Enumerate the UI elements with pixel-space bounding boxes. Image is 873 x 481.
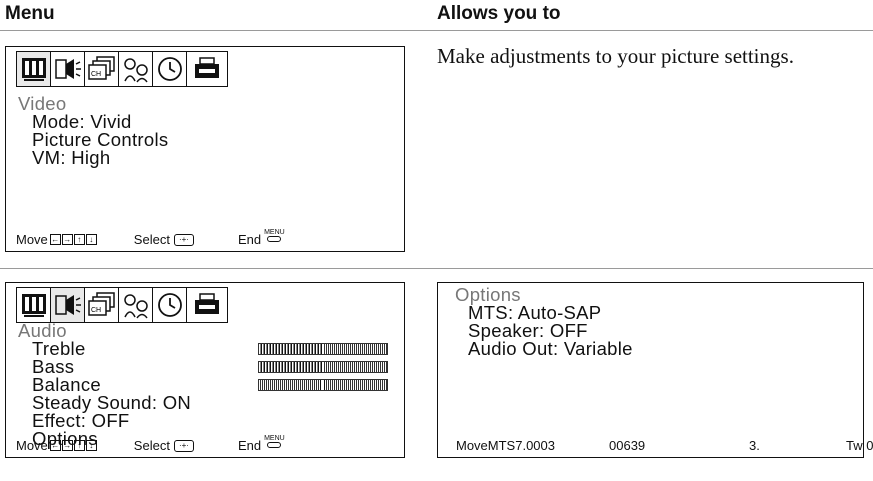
- options-footer-text-3: 3.: [749, 438, 760, 453]
- select-label: Select: [133, 232, 170, 247]
- column-header-menu: Menu: [5, 3, 55, 24]
- menu-button-icon: MENU: [264, 229, 285, 242]
- column-header-allows: Allows you to: [437, 3, 561, 24]
- bass-slider[interactable]: [258, 361, 388, 373]
- audio-icon[interactable]: [51, 52, 85, 86]
- setup-icon[interactable]: [187, 52, 227, 86]
- options-footer-text-2: 00639: [609, 438, 646, 453]
- audio-icon[interactable]: [51, 288, 85, 322]
- menu-button-icon: MENU: [264, 435, 285, 448]
- timer-icon[interactable]: [153, 52, 187, 86]
- move-label: Move: [16, 438, 48, 453]
- options-footer-text-1: MoveMTS7.0003: [456, 438, 555, 453]
- vm-item[interactable]: VM: High: [32, 148, 110, 167]
- select-hint: Select ·+·: [134, 438, 194, 453]
- select-hint: Select ·+·: [134, 232, 194, 247]
- audio-menu-screen: CH Audio Treble Bass Balance Steady Soun…: [5, 282, 405, 458]
- svg-text:CH: CH: [91, 71, 101, 78]
- select-button-icon: ·+·: [173, 439, 194, 452]
- audio-out-item[interactable]: Audio Out: Variable: [468, 339, 633, 358]
- video-icon[interactable]: [17, 52, 51, 86]
- end-hint: End MENU: [237, 229, 285, 247]
- channel-icon[interactable]: CH: [85, 52, 119, 86]
- setup-icon[interactable]: [187, 288, 227, 322]
- channel-icon[interactable]: CH: [85, 288, 119, 322]
- balance-slider[interactable]: [258, 379, 388, 391]
- move-label: Move: [16, 232, 48, 247]
- arrow-keys-icon: ← → ↑ ↓: [49, 234, 98, 245]
- video-description: Make adjustments to your picture setting…: [437, 44, 794, 68]
- arrow-keys-icon: ← → ↑ ↓: [49, 440, 98, 451]
- bass-slider-fill: [259, 362, 323, 372]
- video-icon[interactable]: [17, 288, 51, 322]
- select-button-icon: ·+·: [173, 233, 194, 246]
- parental-icon[interactable]: [119, 52, 153, 86]
- treble-slider[interactable]: [258, 343, 388, 355]
- options-menu-screen: Options MTS: Auto-SAP Speaker: OFF Audio…: [437, 282, 873, 458]
- treble-slider-fill: [259, 344, 323, 354]
- menu-key-label: MENU: [264, 435, 285, 442]
- menu-icon-bar: CH: [16, 51, 228, 87]
- parental-icon[interactable]: [119, 288, 153, 322]
- menu-icon-bar: CH: [16, 287, 228, 323]
- audio-menu-footer: Move ← → ↑ ↓ Select ·+· End MENU: [16, 435, 285, 453]
- options-footer-text-4: Tw 0: [846, 438, 873, 453]
- move-hint: Move ← → ↑ ↓: [16, 438, 98, 453]
- video-menu-footer: Move ← → ↑ ↓ Select ·+· End MENU: [16, 229, 285, 247]
- end-hint: End MENU: [237, 435, 285, 453]
- end-label: End: [237, 232, 262, 247]
- menu-key-label: MENU: [264, 229, 285, 236]
- section-divider: [0, 268, 873, 269]
- select-label: Select: [133, 438, 170, 453]
- timer-icon[interactable]: [153, 288, 187, 322]
- balance-slider-knob[interactable]: [320, 380, 325, 390]
- move-hint: Move ← → ↑ ↓: [16, 232, 98, 247]
- end-label: End: [237, 438, 262, 453]
- video-menu-screen: CH Video Mode: Vivid Picture Controls VM…: [5, 46, 405, 252]
- svg-text:CH: CH: [91, 307, 101, 314]
- header-rule: [0, 30, 873, 31]
